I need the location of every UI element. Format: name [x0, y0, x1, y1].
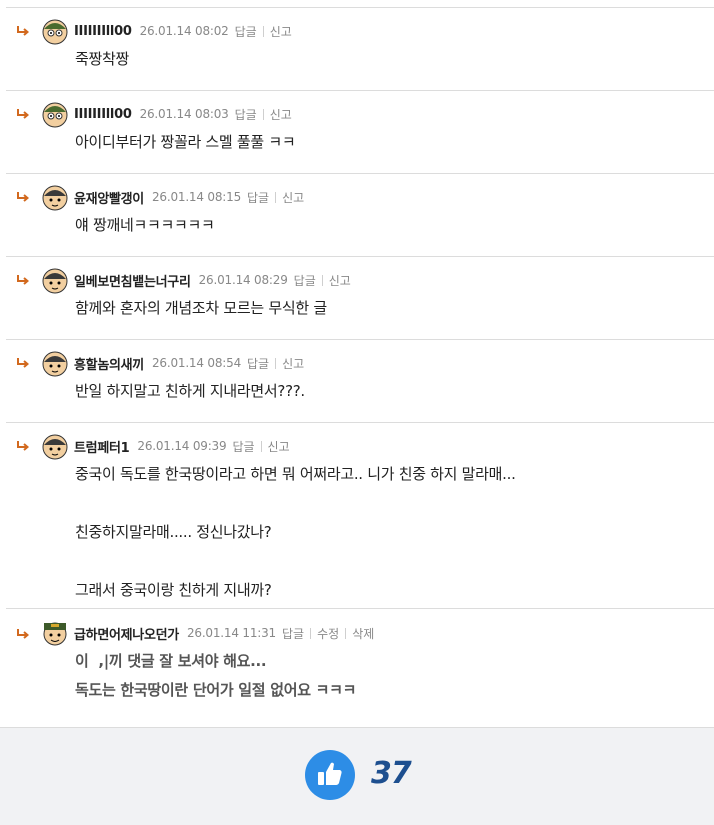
reply-comment: 급하면어제나오던가 26.01.14 11:31 답글 수정 삭제 이 ,|끼 …	[6, 609, 714, 727]
like-count: 37	[371, 756, 412, 791]
comment-author[interactable]: IIIIIIIll00	[74, 107, 132, 122]
reply-arrow-icon	[16, 192, 29, 203]
reply-button[interactable]: 답글	[232, 438, 254, 455]
report-button[interactable]: 신고	[282, 355, 304, 372]
reply-comment: 트럼페터1 26.01.14 09:39 답글 신고 중국이 독도를 한국땅이라…	[6, 423, 714, 609]
level-avatar-icon	[42, 185, 68, 211]
reply-arrow-icon	[16, 441, 29, 452]
comment-date: 26.01.14 08:54	[151, 356, 242, 370]
reply-button[interactable]: 답글	[235, 23, 257, 40]
comment-body: 아이디부터가 짱꼴라 스멜 풀풀 ㅋㅋ	[75, 133, 296, 151]
level-avatar-icon	[42, 268, 68, 294]
comment-author[interactable]: 트럼페터1	[74, 437, 130, 456]
reply-button[interactable]: 답글	[247, 355, 269, 372]
comment-body: 함께와 혼자의 개념조차 모르는 무식한 글	[75, 299, 327, 317]
reply-comment: IIIIIIIll00 26.01.14 08:03 답글 신고 아이디부터가 …	[6, 91, 714, 174]
separator	[345, 627, 347, 639]
like-button[interactable]	[305, 750, 355, 800]
edit-button[interactable]: 수정	[317, 625, 339, 642]
report-button[interactable]: 신고	[270, 23, 292, 40]
comment-author[interactable]: 급하면어제나오던가	[74, 624, 179, 643]
level-avatar-icon	[42, 620, 68, 646]
reply-button[interactable]: 답글	[294, 272, 316, 289]
delete-button[interactable]: 삭제	[352, 625, 374, 642]
separator	[310, 627, 312, 639]
report-button[interactable]: 신고	[329, 272, 351, 289]
comment-date: 26.01.14 11:31	[186, 626, 276, 640]
reply-comment: 일베보면침뱉는너구리 26.01.14 08:29 답글 신고 함께와 혼자의 …	[6, 257, 714, 340]
comment-body: 반일 하지말고 친하게 지내라면서???.	[75, 382, 305, 400]
reply-comment: 윤재앙빨갱이 26.01.14 08:15 답글 신고 얘 짱깨네ㅋㅋㅋㅋㅋㅋ	[6, 174, 714, 257]
reply-comment: 흥할놈의새끼 26.01.14 08:54 답글 신고 반일 하지말고 친하게 …	[6, 340, 714, 423]
report-button[interactable]: 신고	[282, 189, 304, 206]
reply-button[interactable]: 답글	[282, 625, 304, 642]
comment-body: 중국이 독도를 한국땅이라고 하면 뭐 어쩌라고.. 니가 친중 하지 말라매.…	[75, 465, 516, 599]
comment-date: 26.01.14 08:03	[139, 107, 229, 121]
reply-arrow-icon	[16, 109, 29, 120]
like-bar: 37	[0, 727, 714, 825]
reply-arrow-icon	[16, 26, 29, 37]
comment-body: 이 ,|끼 댓글 잘 보셔야 해요... 독도는 한국땅이란 단어가 일절 없어…	[75, 652, 357, 699]
thumbs-up-icon	[318, 762, 342, 785]
comment-date: 26.01.14 08:29	[198, 273, 288, 287]
separator	[260, 440, 262, 452]
reply-button[interactable]: 답글	[247, 189, 269, 206]
comment-date: 26.01.14 08:02	[139, 24, 229, 38]
comment-author[interactable]: 윤재앙빨갱이	[74, 188, 144, 207]
comment-date: 26.01.14 08:15	[151, 190, 242, 204]
reply-comment: IIIIIIIll00 26.01.14 08:02 답글 신고 죽짱착짱	[6, 8, 714, 91]
separator	[262, 108, 264, 120]
level-avatar-icon	[42, 351, 68, 377]
comment-author[interactable]: 일베보면침뱉는너구리	[74, 271, 191, 290]
reply-arrow-icon	[16, 275, 29, 286]
reply-arrow-icon	[16, 358, 29, 369]
separator	[275, 191, 277, 203]
report-button[interactable]: 신고	[270, 106, 292, 123]
reply-button[interactable]: 답글	[235, 106, 257, 123]
reply-arrow-icon	[16, 629, 29, 640]
separator	[275, 357, 277, 369]
comment-author[interactable]: 흥할놈의새끼	[74, 354, 144, 373]
comment-body: 죽짱착짱	[75, 50, 130, 68]
level-avatar-icon	[42, 434, 68, 460]
comment-date: 26.01.14 09:39	[137, 439, 227, 453]
comment-body: 얘 짱깨네ㅋㅋㅋㅋㅋㅋ	[75, 216, 215, 234]
level-avatar-icon	[42, 19, 68, 45]
separator	[262, 25, 264, 37]
separator	[321, 274, 323, 286]
comment-author[interactable]: IIIIIIIll00	[74, 24, 132, 39]
level-avatar-icon	[42, 102, 68, 128]
report-button[interactable]: 신고	[268, 438, 290, 455]
